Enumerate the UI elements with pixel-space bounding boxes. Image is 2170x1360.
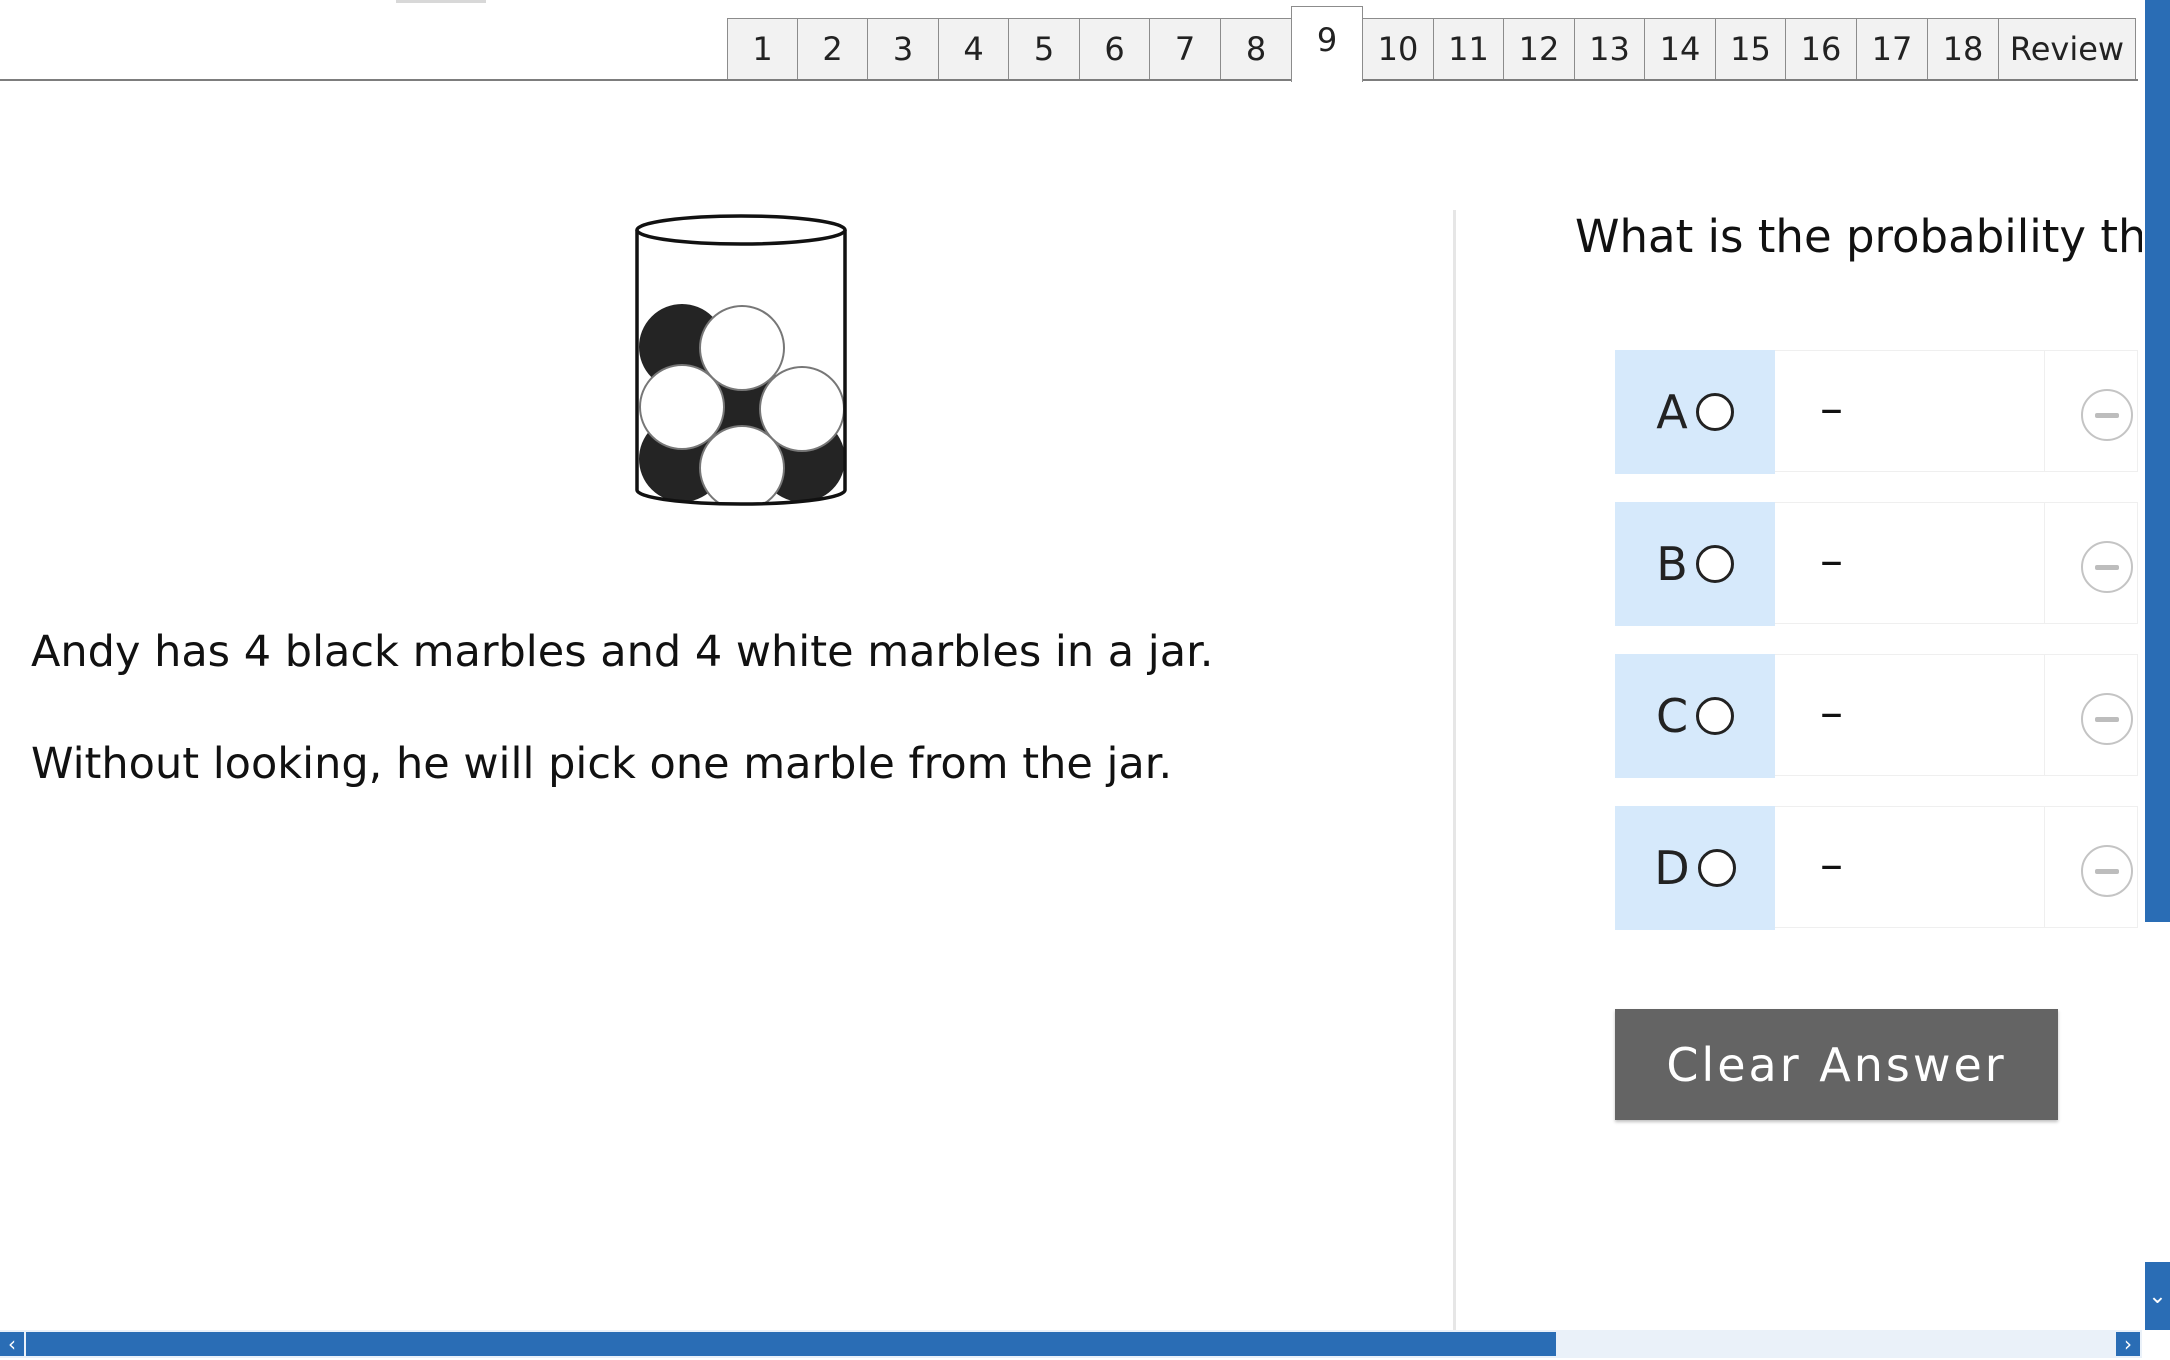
tab-question-9[interactable]: 9 — [1291, 6, 1363, 82]
tab-question-8[interactable]: 8 — [1220, 18, 1292, 79]
chevron-right-icon[interactable]: › — [2116, 1332, 2140, 1356]
tab-question-15[interactable]: 15 — [1715, 18, 1786, 79]
option-c-body[interactable]: – — [1775, 654, 2045, 776]
radio-unselected-icon[interactable] — [1695, 393, 1734, 431]
tab-review[interactable]: Review — [1998, 18, 2136, 79]
option-letter: D — [1654, 841, 1690, 895]
option-a-selector[interactable]: A — [1615, 350, 1775, 474]
option-a-tool — [2045, 350, 2138, 472]
tab-question-1[interactable]: 1 — [727, 18, 798, 79]
strikethrough-minus-icon[interactable] — [2081, 389, 2133, 441]
tab-bar-baseline — [0, 79, 2138, 81]
tab-question-12[interactable]: 12 — [1503, 18, 1575, 79]
answer-option-d[interactable]: D – — [1615, 806, 2138, 930]
option-b-body[interactable]: – — [1775, 502, 2045, 624]
answer-option-c[interactable]: C – — [1615, 654, 2138, 778]
clear-answer-button[interactable]: Clear Answer — [1615, 1009, 2058, 1120]
tab-question-17[interactable]: 17 — [1856, 18, 1928, 79]
tab-question-11[interactable]: 11 — [1433, 18, 1504, 79]
tab-question-2[interactable]: 2 — [797, 18, 868, 79]
option-a-body[interactable]: – — [1775, 350, 2045, 472]
option-value: – — [1820, 381, 1843, 435]
question-prompt: What is the probability that — [1575, 210, 2170, 263]
marble-jar-illustration — [635, 214, 847, 506]
option-d-tool — [2045, 806, 2138, 928]
tab-question-14[interactable]: 14 — [1644, 18, 1716, 79]
vertical-scrollbar-thumb[interactable] — [2145, 0, 2170, 922]
tab-question-3[interactable]: 3 — [867, 18, 939, 79]
radio-unselected-icon[interactable] — [1697, 849, 1736, 887]
horizontal-scrollbar-thumb[interactable] — [26, 1332, 1556, 1356]
option-value: – — [1820, 533, 1843, 587]
option-d-body[interactable]: – — [1775, 806, 2045, 928]
answer-option-a[interactable]: A – — [1615, 350, 2138, 474]
chevron-left-icon[interactable]: ‹ — [0, 1332, 24, 1356]
jar-rim — [635, 214, 847, 246]
top-handle — [396, 0, 486, 3]
strikethrough-minus-icon[interactable] — [2081, 541, 2133, 593]
pane-divider — [1453, 210, 1456, 1330]
tab-question-4[interactable]: 4 — [938, 18, 1009, 79]
stem-line-2: Without looking, he will pick one marble… — [31, 739, 1173, 789]
tab-question-6[interactable]: 6 — [1079, 18, 1150, 79]
white-marble — [759, 366, 845, 452]
option-value: – — [1820, 685, 1843, 739]
option-b-tool — [2045, 502, 2138, 624]
option-c-selector[interactable]: C — [1615, 654, 1775, 778]
tab-question-13[interactable]: 13 — [1574, 18, 1645, 79]
strikethrough-minus-icon[interactable] — [2081, 845, 2133, 897]
option-c-tool — [2045, 654, 2138, 776]
tab-question-5[interactable]: 5 — [1008, 18, 1080, 79]
strikethrough-minus-icon[interactable] — [2081, 693, 2133, 745]
option-letter: A — [1656, 385, 1688, 439]
option-d-selector[interactable]: D — [1615, 806, 1775, 930]
answer-option-b[interactable]: B – — [1615, 502, 2138, 626]
radio-unselected-icon[interactable] — [1695, 545, 1734, 583]
tab-question-7[interactable]: 7 — [1149, 18, 1221, 79]
option-letter: C — [1655, 689, 1689, 743]
tab-question-16[interactable]: 16 — [1785, 18, 1857, 79]
tab-question-18[interactable]: 18 — [1927, 18, 1999, 79]
option-b-selector[interactable]: B — [1615, 502, 1775, 626]
option-letter: B — [1656, 537, 1688, 591]
radio-unselected-icon[interactable] — [1696, 697, 1735, 735]
chevron-down-icon[interactable]: ⌄ — [2145, 1262, 2170, 1330]
stem-line-1: Andy has 4 black marbles and 4 white mar… — [31, 627, 1214, 677]
white-marble — [699, 305, 785, 391]
tab-question-10[interactable]: 10 — [1362, 18, 1434, 79]
option-value: – — [1820, 837, 1843, 891]
